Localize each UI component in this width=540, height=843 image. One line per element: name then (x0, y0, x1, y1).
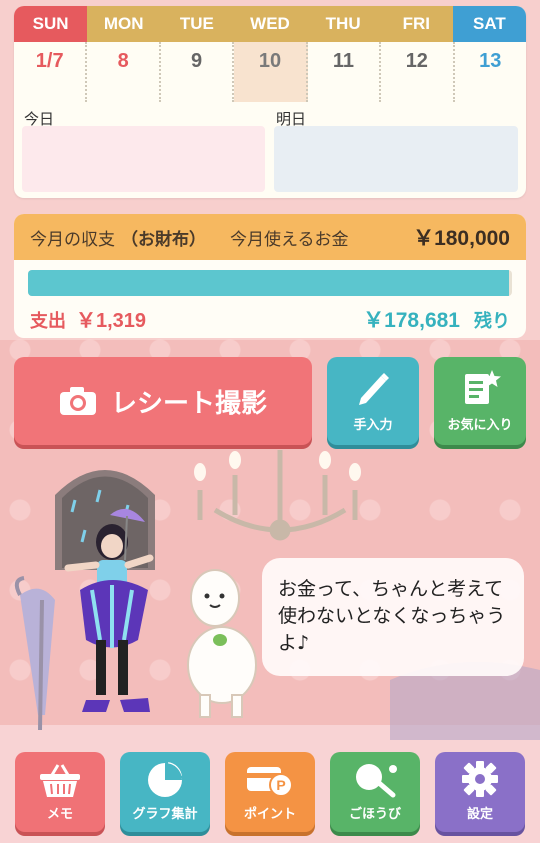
nav-reward-button[interactable]: ごほうび (330, 752, 420, 832)
remaining-group: ￥178,681 残り (363, 304, 510, 334)
weekday-wed: WED (233, 6, 307, 42)
weekly-calendar: SUN MON TUE WED THU FRI SAT 1/7 8 9 10 1… (14, 6, 526, 198)
pie-chart-icon (148, 759, 185, 797)
basket-icon (40, 764, 80, 797)
weekday-thu: THU (306, 6, 380, 42)
weekday-header: SUN MON TUE WED THU FRI SAT (14, 6, 526, 42)
today-memo-box[interactable] (22, 126, 265, 192)
budget-card[interactable]: 今月の収支 （お財布） 今月使えるお金 ￥180,000 支出 ￥1,319 ￥1… (14, 214, 526, 338)
svg-text:P: P (276, 777, 285, 793)
budget-title: 今月の収支 (30, 229, 115, 250)
date-row: 1/7 8 9 10 11 12 13 (14, 42, 526, 102)
date-cell[interactable]: 12 (381, 42, 455, 102)
budget-progress-fill (28, 270, 509, 296)
nav-memo-label: メモ (46, 807, 73, 822)
weekday-sat: SAT (452, 6, 526, 42)
pencil-icon (359, 373, 389, 405)
spent-label: 支出 (30, 311, 66, 332)
reward-icon (356, 764, 397, 798)
date-cell[interactable]: 8 (87, 42, 161, 102)
manual-input-button[interactable]: 手入力 (327, 357, 419, 445)
manual-input-label: 手入力 (353, 418, 393, 433)
star-document-icon (465, 370, 501, 404)
weekday-fri: FRI (379, 6, 453, 42)
alpaca-character-illustration (187, 569, 257, 718)
receipt-photo-label: レシート撮影 (110, 388, 267, 419)
weekday-mon: MON (87, 6, 161, 42)
weekday-tue: TUE (160, 6, 234, 42)
date-cell[interactable]: 1/7 (14, 42, 88, 102)
nav-graph-button[interactable]: グラフ集計 (120, 752, 210, 832)
nav-settings-label: 設定 (466, 807, 493, 822)
date-cell[interactable]: 11 (308, 42, 382, 102)
nav-settings-button[interactable]: 設定 (435, 752, 525, 832)
point-card-icon: P (247, 767, 293, 797)
day-memo-row: 今日 明日 (14, 108, 526, 194)
favorites-button[interactable]: お気に入り (434, 357, 526, 445)
spent-amount: ￥1,319 (76, 310, 147, 332)
remaining-label: 残り (474, 311, 510, 332)
available-amount: ￥180,000 (413, 227, 510, 250)
nav-memo-button[interactable]: メモ (15, 752, 105, 832)
wallet-label: （お財布） (121, 229, 206, 250)
camera-icon (59, 387, 96, 415)
remaining-amount: ￥178,681 (363, 309, 460, 332)
weekday-sun: SUN (14, 6, 88, 42)
spent-group: 支出 ￥1,319 (30, 304, 146, 333)
budget-header: 今月の収支 （お財布） 今月使えるお金 ￥180,000 (14, 214, 526, 260)
speech-bubble: お金って、ちゃんと考えて使わないとなくなっちゃうよ♪ (262, 558, 524, 676)
nav-graph-label: グラフ集計 (132, 807, 198, 822)
date-cell[interactable]: 9 (161, 42, 235, 102)
nav-point-label: ポイント (243, 807, 296, 822)
chandelier-illustration (197, 450, 358, 541)
favorites-label: お気に入り (447, 418, 513, 433)
gear-icon (462, 761, 498, 797)
date-cell-today[interactable]: 10 (234, 42, 308, 102)
umbrella-illustration (14, 576, 55, 731)
available-label: 今月使えるお金 (230, 229, 349, 250)
receipt-photo-button[interactable]: レシート撮影 (14, 357, 312, 445)
budget-progress-bar (28, 270, 512, 296)
date-cell[interactable]: 13 (455, 42, 526, 102)
nav-reward-label: ごほうび (348, 807, 401, 822)
tomorrow-memo-box[interactable] (274, 126, 518, 192)
nav-point-button[interactable]: P ポイント (225, 752, 315, 832)
